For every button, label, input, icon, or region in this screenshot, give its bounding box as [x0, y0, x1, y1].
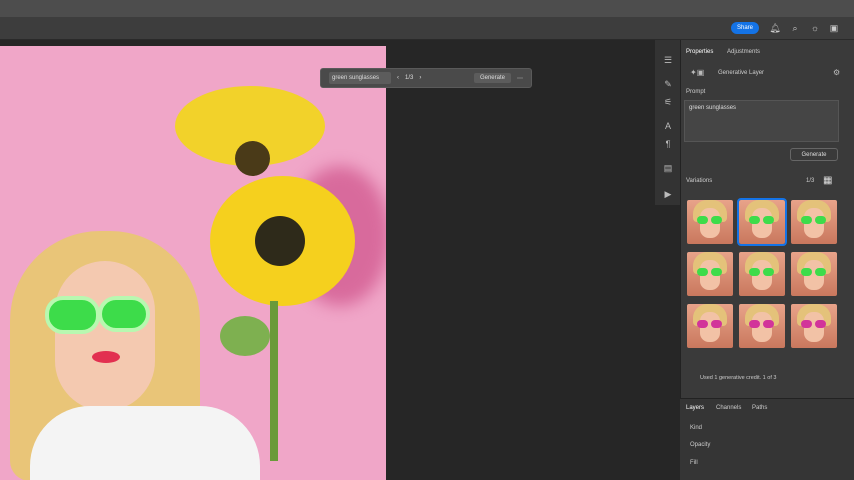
generate-button[interactable]: Generate: [790, 148, 838, 161]
tab-layers[interactable]: Layers: [686, 405, 704, 411]
variation-thumbnail[interactable]: [739, 304, 785, 348]
variation-thumbnail[interactable]: [791, 252, 837, 296]
prompt-input[interactable]: green sunglasses: [329, 72, 391, 84]
play-icon[interactable]: ▶: [662, 188, 674, 200]
brush-icon[interactable]: ✎: [662, 78, 674, 90]
variation-counter: 1/3: [405, 75, 414, 81]
settings-icon[interactable]: ⚙: [833, 68, 840, 77]
prev-icon[interactable]: ‹: [397, 75, 399, 81]
variation-thumbnail[interactable]: [687, 304, 733, 348]
options-bar: [0, 17, 854, 40]
variations-label[interactable]: Variations: [686, 178, 712, 184]
generative-layer-icon: ✦▣: [690, 68, 705, 77]
tab-channels[interactable]: Channels: [716, 405, 741, 411]
lips: [92, 351, 120, 363]
kind-filter[interactable]: Kind: [690, 425, 702, 431]
grid-view-icon[interactable]: ▦: [823, 175, 832, 186]
swatches-icon[interactable]: ▤: [662, 162, 674, 174]
variation-thumbnail[interactable]: [737, 198, 787, 246]
adjustments-icon[interactable]: ⚟: [662, 96, 674, 108]
paragraph-icon[interactable]: ¶: [662, 138, 674, 150]
type-icon[interactable]: A: [662, 120, 674, 132]
lightbulb-icon[interactable]: ☼: [809, 22, 821, 34]
contextual-taskbar: green sunglasses ‹ 1/3 › Generate ⋯: [320, 68, 532, 88]
tab-paths[interactable]: Paths: [752, 405, 767, 411]
tab-properties[interactable]: Properties: [686, 49, 713, 55]
variation-thumbnail[interactable]: [687, 252, 733, 296]
search-icon[interactable]: ⌕: [789, 22, 801, 34]
opacity-label: Opacity: [690, 442, 711, 448]
stem: [270, 301, 278, 461]
menu-bar: [0, 0, 854, 17]
variations-count: 1/3: [806, 178, 815, 184]
workspace-icon[interactable]: ▣: [828, 22, 840, 34]
sunflower-center: [235, 141, 270, 176]
sunflower-center: [255, 216, 305, 266]
prompt-label: Prompt: [686, 89, 706, 95]
next-icon[interactable]: ›: [419, 75, 421, 81]
document-image[interactable]: [0, 46, 386, 480]
credit-note: Used 1 generative credit. 1 of 3: [700, 375, 777, 381]
prompt-textarea[interactable]: green sunglasses: [684, 100, 839, 142]
variation-thumbnail[interactable]: [739, 252, 785, 296]
share-button[interactable]: Share: [731, 22, 759, 34]
sunglasses-left: [45, 296, 100, 334]
layer-type-label: Generative Layer: [718, 70, 765, 76]
bell-icon[interactable]: 🔔︎: [769, 22, 781, 34]
variation-thumbnail[interactable]: [687, 200, 733, 244]
more-icon[interactable]: ⋯: [517, 75, 523, 82]
leaf: [220, 316, 270, 356]
shirt: [30, 406, 260, 480]
tab-adjustments[interactable]: Adjustments: [727, 49, 760, 55]
variation-thumbnail[interactable]: [791, 200, 837, 244]
layers-icon[interactable]: ☰: [662, 54, 674, 66]
generate-button[interactable]: Generate: [473, 73, 511, 83]
face: [55, 261, 155, 411]
variation-thumbnail[interactable]: [791, 304, 837, 348]
sunglasses-right: [98, 296, 150, 332]
fill-label: Fill: [690, 460, 698, 466]
